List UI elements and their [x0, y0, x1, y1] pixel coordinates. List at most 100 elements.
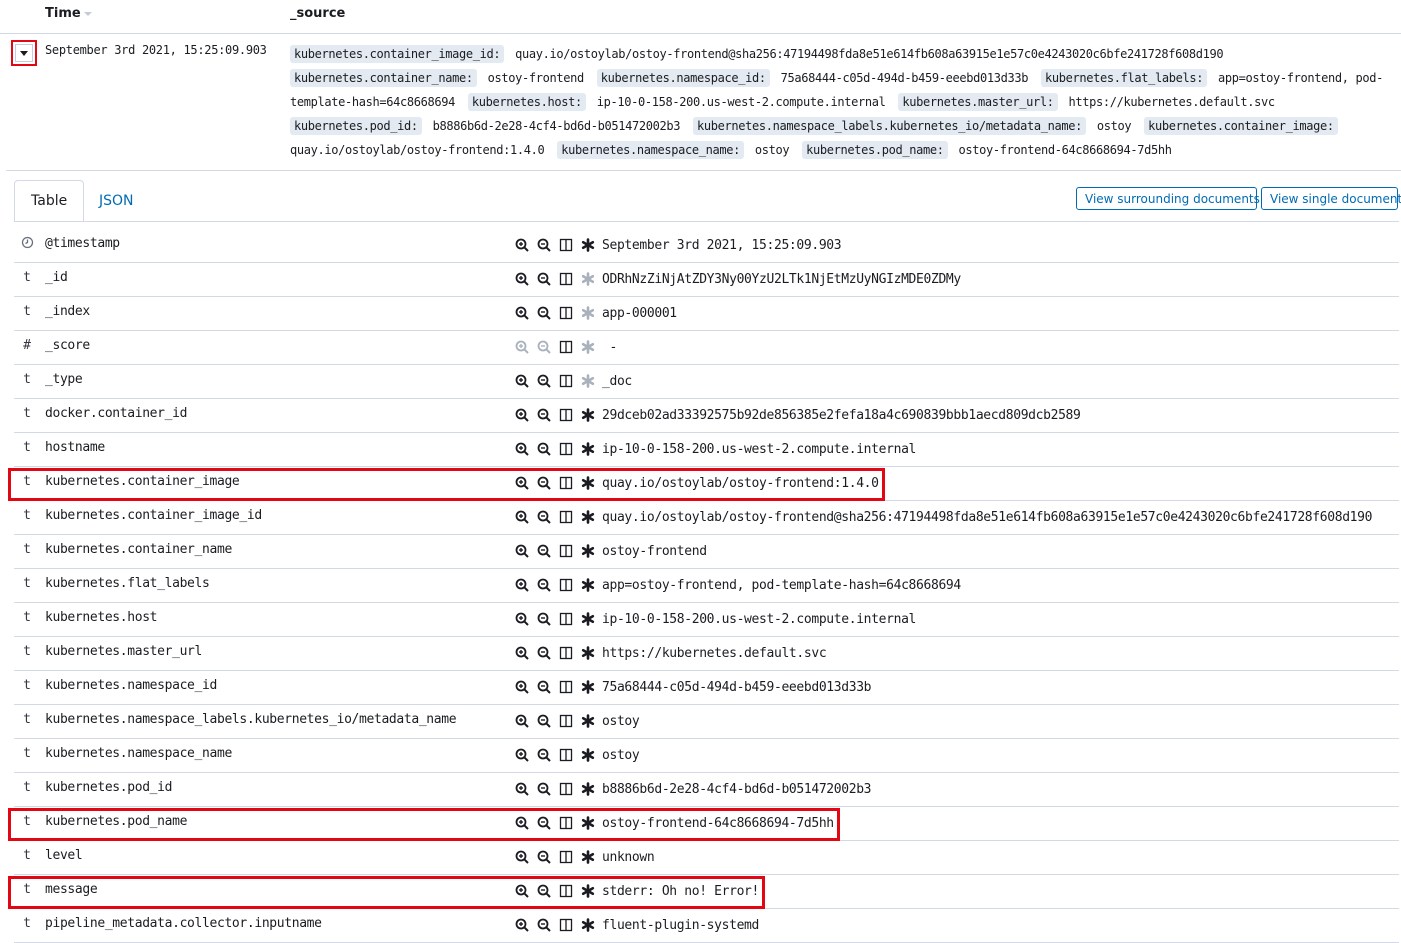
filter-exists-button[interactable] [579, 576, 596, 593]
filter-for-value-button[interactable] [513, 372, 530, 389]
filter-exists-button[interactable] [579, 508, 596, 525]
filter-out-value-button[interactable] [535, 678, 552, 695]
filter-exists-button[interactable] [579, 712, 596, 729]
filter-out-value-button[interactable] [535, 304, 552, 321]
toggle-column-button[interactable] [557, 780, 574, 797]
toggle-column-button[interactable] [557, 474, 574, 491]
toggle-column-button[interactable] [557, 542, 574, 559]
field-value: app-000001 [602, 306, 677, 321]
filter-out-value-button[interactable] [535, 610, 552, 627]
toggle-column-button[interactable] [557, 338, 574, 355]
filter-exists-button[interactable] [579, 542, 596, 559]
filter-out-value-button[interactable] [535, 338, 552, 355]
string-type-icon: t [23, 372, 31, 387]
sort-caret-icon[interactable] [83, 11, 92, 16]
toggle-column-button[interactable] [557, 644, 574, 661]
filter-exists-button[interactable] [579, 474, 596, 491]
filter-out-value-button[interactable] [535, 406, 552, 423]
filter-for-value-button[interactable] [513, 610, 530, 627]
filter-out-value-button[interactable] [535, 882, 552, 899]
filter-out-value-button[interactable] [535, 508, 552, 525]
filter-exists-button[interactable] [579, 440, 596, 457]
filter-for-value-button[interactable] [513, 814, 530, 831]
filter-exists-button[interactable] [579, 848, 596, 865]
filter-for-value-button[interactable] [513, 916, 530, 933]
filter-for-value-button[interactable] [513, 542, 530, 559]
filter-out-value-button[interactable] [535, 746, 552, 763]
filter-out-value-button[interactable] [535, 236, 552, 253]
toggle-column-button[interactable] [557, 440, 574, 457]
filter-for-value-button[interactable] [513, 678, 530, 695]
toggle-column-button[interactable] [557, 848, 574, 865]
filter-out-value-button[interactable] [535, 712, 552, 729]
asterisk-icon [581, 883, 595, 898]
filter-for-value-button[interactable] [513, 270, 530, 287]
field-value: 29dceb02ad33392575b92de856385e2fefa18a4c… [602, 408, 1081, 423]
filter-exists-button[interactable] [579, 338, 596, 355]
filter-exists-button[interactable] [579, 304, 596, 321]
toggle-column-button[interactable] [557, 508, 574, 525]
filter-out-value-button[interactable] [535, 542, 552, 559]
filter-for-value-button[interactable] [513, 848, 530, 865]
filter-for-value-button[interactable] [513, 746, 530, 763]
filter-exists-button[interactable] [579, 814, 596, 831]
toggle-column-button[interactable] [557, 236, 574, 253]
filter-out-value-button[interactable] [535, 848, 552, 865]
filter-out-value-button[interactable] [535, 372, 552, 389]
filter-out-value-button[interactable] [535, 474, 552, 491]
toggle-column-button[interactable] [557, 814, 574, 831]
tab-table[interactable]: Table [14, 180, 85, 222]
filter-for-value-button[interactable] [513, 882, 530, 899]
filter-for-value-button[interactable] [513, 644, 530, 661]
field-value: fluent-plugin-systemd [602, 918, 760, 933]
filter-out-value-button[interactable] [535, 644, 552, 661]
filter-exists-button[interactable] [579, 746, 596, 763]
filter-for-value-button[interactable] [513, 304, 530, 321]
filter-for-value-button[interactable] [513, 576, 530, 593]
filter-exists-button[interactable] [579, 610, 596, 627]
filter-for-value-button[interactable] [513, 780, 530, 797]
filter-for-value-button[interactable] [513, 474, 530, 491]
filter-out-value-button[interactable] [535, 780, 552, 797]
columns-icon [559, 612, 573, 626]
filter-exists-button[interactable] [579, 916, 596, 933]
field-value: ODRhNzZiNjAtZDY3Ny00YzU2LTk1NjEtMzUyNGIz… [602, 272, 961, 287]
toggle-column-button[interactable] [557, 270, 574, 287]
time-column-header[interactable]: Time [45, 6, 92, 21]
toggle-column-button[interactable] [557, 746, 574, 763]
filter-for-value-button[interactable] [513, 406, 530, 423]
toggle-column-button[interactable] [557, 882, 574, 899]
view-surrounding-documents-button[interactable]: View surrounding documents [1076, 187, 1260, 210]
filter-out-value-button[interactable] [535, 440, 552, 457]
filter-out-value-button[interactable] [535, 270, 552, 287]
filter-for-value-button[interactable] [513, 236, 530, 253]
toggle-column-button[interactable] [557, 678, 574, 695]
filter-for-value-button[interactable] [513, 338, 530, 355]
string-type-icon: t [23, 304, 31, 319]
toggle-column-button[interactable] [557, 576, 574, 593]
filter-exists-button[interactable] [579, 644, 596, 661]
filter-exists-button[interactable] [579, 406, 596, 423]
filter-for-value-button[interactable] [513, 712, 530, 729]
expand-toggle-button[interactable] [11, 40, 37, 66]
filter-exists-button[interactable] [579, 882, 596, 899]
toggle-column-button[interactable] [557, 610, 574, 627]
filter-for-value-button[interactable] [513, 508, 530, 525]
toggle-column-button[interactable] [557, 304, 574, 321]
filter-out-value-button[interactable] [535, 916, 552, 933]
filter-exists-button[interactable] [579, 270, 596, 287]
toggle-column-button[interactable] [557, 916, 574, 933]
filter-exists-button[interactable] [579, 236, 596, 253]
tab-json[interactable]: JSON [83, 180, 150, 221]
toggle-column-button[interactable] [557, 406, 574, 423]
filter-exists-button[interactable] [579, 372, 596, 389]
source-field-key: kubernetes.namespace_id: [596, 69, 770, 87]
filter-out-value-button[interactable] [535, 814, 552, 831]
toggle-column-button[interactable] [557, 372, 574, 389]
toggle-column-button[interactable] [557, 712, 574, 729]
filter-out-value-button[interactable] [535, 576, 552, 593]
filter-for-value-button[interactable] [513, 440, 530, 457]
view-single-document-button[interactable]: View single document [1261, 187, 1401, 210]
filter-exists-button[interactable] [579, 780, 596, 797]
filter-exists-button[interactable] [579, 678, 596, 695]
